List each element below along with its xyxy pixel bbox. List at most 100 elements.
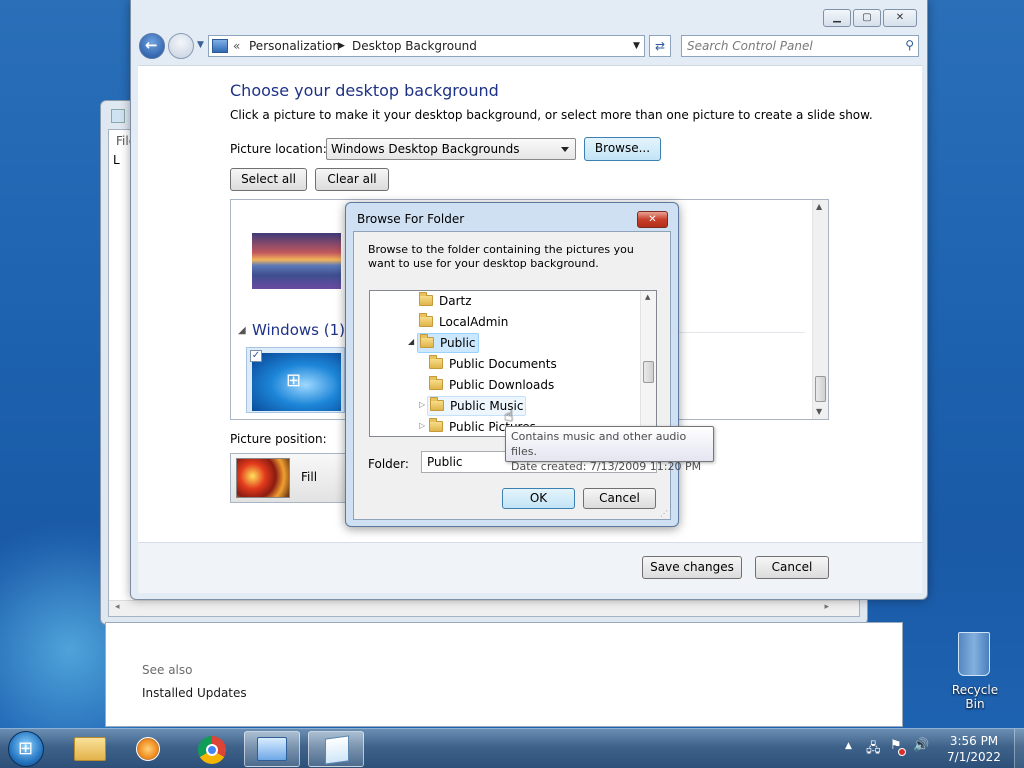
show-hidden-icons-icon[interactable]: ▲: [845, 741, 852, 751]
start-button[interactable]: ⊞: [8, 731, 44, 767]
save-changes-button[interactable]: Save changes: [642, 556, 742, 579]
control-panel-main: [312, 623, 902, 726]
picture-location-dropdown[interactable]: Windows Desktop Backgrounds: [326, 138, 576, 160]
collapsed-arrow-icon[interactable]: ▷: [419, 400, 425, 409]
windows-wallpaper-item[interactable]: ⊞ ✓: [246, 347, 345, 413]
gallery-scroll-thumb[interactable]: [815, 376, 826, 402]
windows-logo-icon: ⊞: [286, 370, 302, 391]
search-icon[interactable]: ⚲: [905, 35, 914, 55]
position-preview-icon: [236, 458, 290, 498]
browse-for-folder-dialog: Browse For Folder ✕ Browse to the folder…: [345, 202, 679, 527]
breadcrumb-personalization[interactable]: Personalization: [249, 36, 340, 56]
forward-button[interactable]: [168, 33, 194, 59]
resize-grip-icon[interactable]: ⋰: [660, 509, 668, 518]
tooltip-line-date: Date created: 7/13/2009 11:20 PM: [511, 460, 702, 473]
chevron-down-icon: [561, 147, 569, 152]
folder-icon: [429, 418, 443, 432]
system-clock[interactable]: 3:56 PM 7/1/2022: [940, 733, 1008, 765]
minimize-button[interactable]: ▁: [823, 9, 851, 27]
recycle-bin-icon: [958, 632, 990, 676]
tree-item-public-downloads[interactable]: Public Downloads: [429, 375, 554, 395]
back-arrow-icon: ←: [145, 36, 158, 54]
tree-item-dartz[interactable]: Dartz: [419, 291, 472, 311]
tooltip-line-description: Contains music and other audio files.: [511, 430, 687, 458]
picture-position-dropdown[interactable]: Fill: [230, 453, 350, 503]
breadcrumb-desktop-background[interactable]: Desktop Background: [352, 36, 477, 56]
media-player-icon: [136, 737, 160, 761]
breadcrumb-overflow[interactable]: «: [233, 36, 240, 56]
scroll-down-icon[interactable]: ▼: [816, 407, 822, 416]
page-title: Choose your desktop background: [230, 81, 499, 100]
windows-group-title[interactable]: Windows (1): [252, 321, 345, 339]
dialog-close-button[interactable]: ✕: [637, 211, 668, 228]
text-fragment: L: [113, 153, 120, 167]
address-dropdown-icon[interactable]: ▼: [633, 36, 640, 56]
search-input[interactable]: Search Control Panel ⚲: [681, 35, 919, 57]
collapse-group-icon[interactable]: ◢: [238, 325, 246, 336]
selected-checkbox[interactable]: ✓: [250, 350, 262, 362]
ok-button[interactable]: OK: [502, 488, 575, 509]
landscape-thumbnail[interactable]: [252, 233, 341, 289]
cancel-button[interactable]: Cancel: [755, 556, 829, 579]
back-button[interactable]: ←: [139, 33, 165, 59]
tree-scrollbar[interactable]: ▲ ▼: [640, 291, 656, 436]
clock-time: 3:56 PM: [949, 734, 999, 748]
scroll-left-icon[interactable]: ◂: [115, 602, 120, 612]
tree-item-public-documents[interactable]: Public Documents: [429, 354, 557, 374]
taskbar-media-player[interactable]: [120, 731, 176, 767]
refresh-button[interactable]: ⇄: [649, 35, 671, 57]
folder-tooltip: Contains music and other audio files. Da…: [505, 426, 714, 473]
breadcrumb-separator-icon[interactable]: ▶: [338, 36, 345, 56]
recycle-bin-label: Recycle Bin: [951, 683, 999, 711]
volume-icon[interactable]: 🔊: [913, 738, 929, 753]
scroll-right-icon[interactable]: ▸: [824, 602, 829, 612]
tree-scroll-thumb[interactable]: [643, 361, 654, 383]
taskbar-chrome[interactable]: [184, 731, 240, 767]
recycle-bin-desktop-icon[interactable]: Recycle Bin: [942, 630, 1008, 711]
alert-badge-icon: [898, 748, 906, 756]
windows-wallpaper-thumbnail: ⊞: [252, 353, 341, 411]
taskbar-control-panel[interactable]: [244, 731, 300, 767]
picture-position-value: Fill: [301, 470, 318, 484]
see-also-title: See also: [142, 663, 193, 677]
show-desktop-button[interactable]: [1014, 729, 1024, 768]
dialog-body: Browse to the folder containing the pict…: [353, 231, 671, 520]
browse-button[interactable]: Browse...: [584, 137, 661, 161]
expanded-arrow-icon[interactable]: ◢: [408, 337, 414, 346]
page-instructions: Click a picture to make it your desktop …: [230, 108, 873, 122]
taskbar-notepad[interactable]: [308, 731, 364, 767]
recent-pages-icon[interactable]: ▼: [197, 40, 204, 50]
window-icon: [111, 109, 125, 123]
dialog-cancel-button[interactable]: Cancel: [583, 488, 656, 509]
folder-label: Folder:: [368, 457, 409, 471]
select-all-button[interactable]: Select all: [230, 168, 307, 191]
windows-logo-icon: ⊞: [18, 738, 34, 759]
tree-item-localadmin[interactable]: LocalAdmin: [419, 312, 508, 332]
see-also-pane: See also Installed Updates: [106, 623, 312, 726]
installed-updates-link[interactable]: Installed Updates: [142, 686, 247, 700]
taskbar-file-explorer[interactable]: [62, 731, 118, 767]
control-panel-icon: [257, 737, 287, 761]
control-panel-icon: [212, 39, 228, 53]
tree-item-label: Dartz: [439, 294, 472, 308]
scroll-up-icon[interactable]: ▲: [645, 293, 650, 301]
collapsed-arrow-icon[interactable]: ▷: [419, 421, 425, 430]
close-button[interactable]: ✕: [883, 9, 917, 27]
horizontal-scrollbar[interactable]: ◂ ▸: [109, 600, 859, 616]
folder-icon: [430, 397, 444, 411]
clear-all-button[interactable]: Clear all: [315, 168, 389, 191]
picture-position-label: Picture position:: [230, 432, 327, 446]
maximize-button[interactable]: ▢: [853, 9, 881, 27]
tree-item-label: Public: [440, 336, 476, 350]
notepad-icon: [325, 735, 349, 765]
tree-item-label: Public Downloads: [449, 378, 555, 392]
address-bar[interactable]: « Personalization ▶ Desktop Background ▼: [208, 35, 645, 57]
gallery-scrollbar[interactable]: ▲ ▼: [812, 200, 828, 419]
window-footer: Save changes Cancel: [138, 542, 922, 593]
dialog-title: Browse For Folder: [357, 212, 465, 226]
scroll-up-icon[interactable]: ▲: [816, 202, 822, 211]
tree-item-public[interactable]: Public: [417, 333, 479, 353]
network-icon[interactable]: 🖧: [866, 739, 881, 761]
folder-icon: [429, 355, 443, 369]
folder-icon: [419, 313, 433, 327]
